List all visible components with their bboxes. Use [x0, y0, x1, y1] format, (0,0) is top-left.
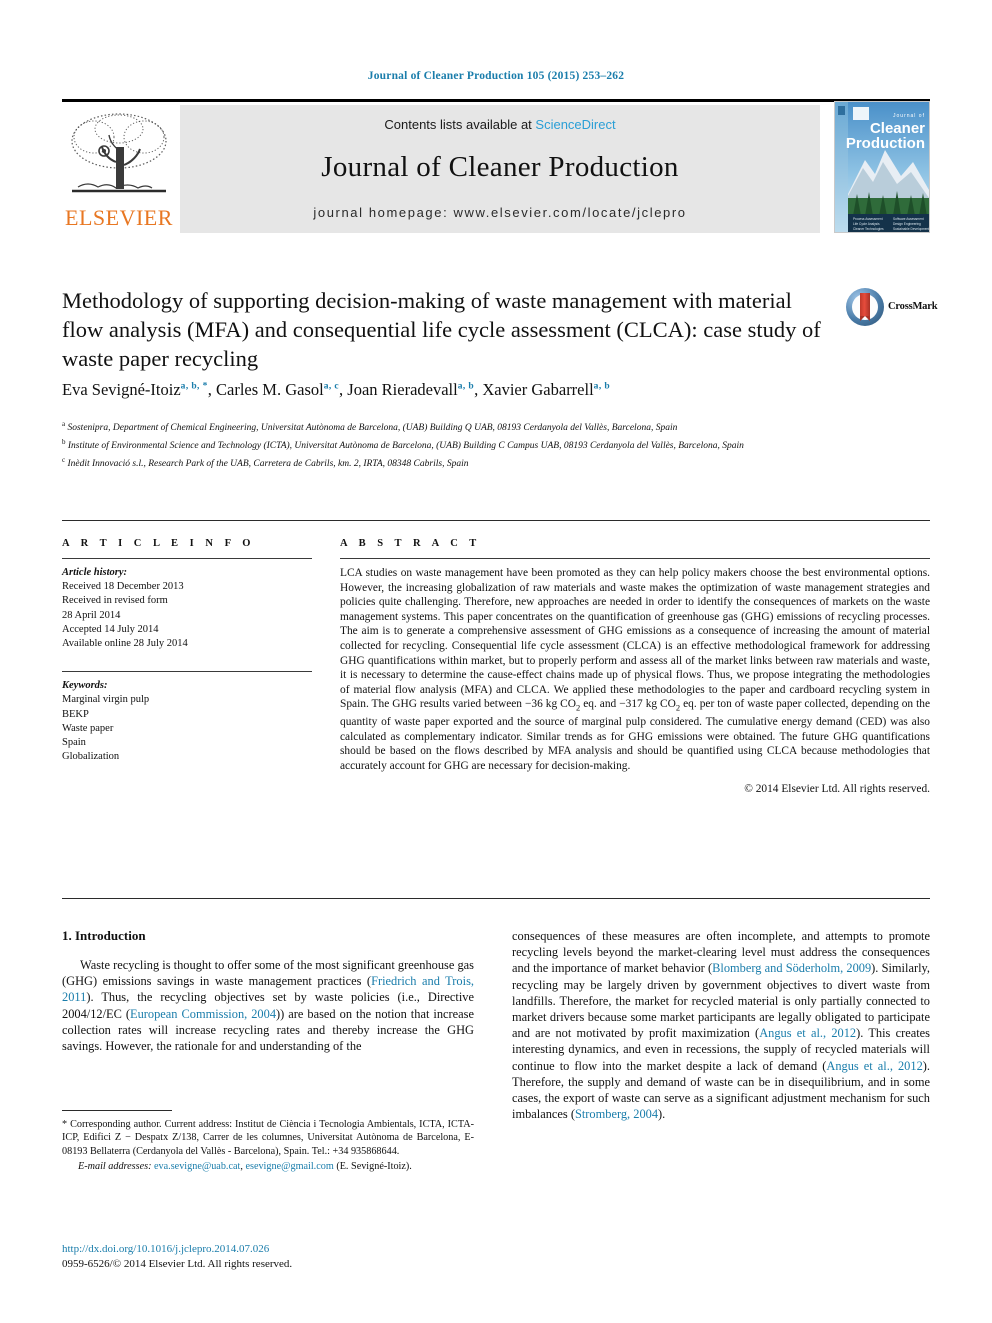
article-history-label: Article history: [62, 567, 128, 578]
affiliation-text-a: Sostenipra, Department of Chemical Engin… [67, 423, 678, 434]
paper-page: Journal of Cleaner Production 105 (2015)… [0, 0, 992, 1323]
journal-banner: ELSEVIER Contents lists available at Sci… [62, 99, 930, 233]
crossmark-icon [846, 288, 884, 326]
affiliation-mark-b: b [62, 437, 66, 446]
email-link-1[interactable]: eva.sevigne@uab.cat [154, 1161, 240, 1172]
abstract-part1: LCA studies on waste management have bee… [340, 567, 930, 711]
intro-right-e: ). [658, 1107, 666, 1122]
corresponding-text: Corresponding author. Current address: I… [62, 1119, 474, 1157]
abstract-copyright: © 2014 Elsevier Ltd. All rights reserved… [744, 782, 930, 795]
issn-copyright-line: 0959-6526/© 2014 Elsevier Ltd. All right… [62, 1258, 293, 1270]
author-marks-4: a, b [593, 381, 611, 392]
intro-paragraph-right: consequences of these measures are often… [512, 928, 930, 1122]
keyword-0: Marginal virgin pulp [62, 694, 150, 706]
history-item-2: 28 April 2014 [62, 609, 121, 621]
history-item-1: Received in revised form [62, 595, 168, 607]
author-name-2: Carles M. Gasol [216, 380, 324, 399]
article-info-column: A R T I C L E I N F O Article history: R… [62, 538, 312, 764]
sciencedirect-link[interactable]: ScienceDirect [535, 117, 615, 132]
email-label: E-mail addresses: [78, 1161, 152, 1173]
abstract-value-1-tail: eq. and [580, 698, 620, 711]
elsevier-tree-icon [64, 107, 174, 203]
corresponding-author-note: * Corresponding author. Current address:… [62, 1118, 474, 1158]
article-history-group: Article history: Received 18 December 20… [62, 566, 312, 651]
citation-european-commission[interactable]: European Commission, 2004 [130, 1007, 276, 1021]
section-heading-introduction: 1. Introduction [62, 928, 146, 943]
author-list: Eva Sevigné-Itoiza, b, *, Carles M. Gaso… [62, 380, 611, 399]
keyword-3: Spain [62, 737, 86, 749]
author-marks-2: a, c [323, 381, 340, 392]
elsevier-logo: ELSEVIER [62, 105, 176, 233]
keyword-1: BEKP [62, 708, 89, 720]
crossmark-badge[interactable]: CrossMark [846, 288, 942, 330]
abstract-column: A B S T R A C T LCA studies on waste man… [340, 538, 930, 795]
body-column-left: 1. Introduction Waste recycling is thoug… [62, 928, 474, 1054]
svg-text:Software Assessment: Software Assessment [893, 217, 924, 221]
author-name-1: Eva Sevigné-Itoiz [62, 380, 181, 399]
affiliation-c: c Inèdit Innovació s.l., Research Park o… [62, 454, 930, 472]
affiliation-list: a Sostenipra, Department of Chemical Eng… [62, 418, 930, 471]
journal-homepage-link[interactable]: journal homepage: www.elsevier.com/locat… [180, 205, 820, 220]
journal-title: Journal of Cleaner Production [321, 151, 679, 183]
history-item-0: Received 18 December 2013 [62, 581, 184, 593]
svg-text:Design Engineering: Design Engineering [893, 222, 921, 226]
abstract-heading: A B S T R A C T [340, 538, 481, 549]
author-name-3: Joan Rieradevall [347, 380, 458, 399]
crossmark-label: CrossMark [888, 301, 938, 312]
email-link-2[interactable]: esevigne@gmail.com [245, 1161, 333, 1172]
intro-paragraph-left: Waste recycling is thought to offer some… [62, 957, 474, 1054]
citation-blomberg-soderholm[interactable]: Blomberg and Söderholm, 2009 [712, 961, 871, 975]
footnote-rule [62, 1110, 172, 1111]
page-title: Methodology of supporting decision-makin… [62, 288, 821, 371]
author-marks-1: a, b, * [180, 381, 208, 392]
keyword-4: Globalization [62, 751, 120, 763]
history-item-3: Accepted 14 July 2014 [62, 623, 159, 635]
running-head: Journal of Cleaner Production 105 (2015)… [367, 70, 625, 82]
citation-stromberg-2004[interactable]: Stromberg, 2004 [575, 1107, 658, 1121]
doi-link[interactable]: http://dx.doi.org/10.1016/j.jclepro.2014… [62, 1242, 474, 1257]
keywords-rule [62, 671, 312, 673]
journal-cover-thumbnail: Journal of Cleaner Production Process As… [834, 101, 930, 233]
svg-text:Sustainable Development: Sustainable Development [893, 227, 929, 231]
affiliation-mark-c: c [62, 455, 66, 464]
citation-angus-2012-a[interactable]: Angus et al., 2012 [759, 1026, 856, 1040]
svg-text:Journal of: Journal of [893, 113, 925, 119]
keywords-group: Keywords: Marginal virgin pulp BEKP Wast… [62, 679, 312, 764]
citation-angus-2012-b[interactable]: Angus et al., 2012 [826, 1059, 922, 1073]
affiliation-b: b Institute of Environmental Science and… [62, 436, 930, 454]
footnote-block: * Corresponding author. Current address:… [62, 1110, 474, 1174]
email-note: E-mail addresses: eva.sevigne@uab.cat, e… [62, 1160, 474, 1173]
abstract-value-2: −317 kg CO [619, 698, 676, 711]
contents-prefix: Contents lists available at [384, 117, 536, 132]
section-bottom-rule [62, 898, 930, 899]
affiliation-a: a Sostenipra, Department of Chemical Eng… [62, 418, 930, 436]
keywords-label: Keywords: [62, 680, 108, 692]
affiliation-text-c: Inèdit Innovació s.l., Research Park of … [67, 458, 469, 469]
section-top-rule [62, 520, 930, 521]
author-marks-3: a, b [457, 381, 475, 392]
body-column-right: consequences of these measures are often… [512, 928, 930, 1122]
affiliation-text-b: Institute of Environmental Science and T… [67, 440, 744, 451]
svg-text:Life Cycle Analysis: Life Cycle Analysis [853, 222, 880, 226]
article-info-heading: A R T I C L E I N F O [62, 538, 255, 549]
contents-available-line: Contents lists available at ScienceDirec… [180, 117, 820, 132]
elsevier-wordmark: ELSEVIER [65, 205, 173, 230]
svg-text:Process Assessment: Process Assessment [853, 217, 883, 221]
svg-text:Cleaner Technologies: Cleaner Technologies [853, 227, 884, 231]
keyword-2: Waste paper [62, 722, 114, 734]
affiliation-mark-a: a [62, 420, 66, 428]
abstract-value-1: −36 kg CO [524, 698, 576, 711]
svg-text:Production: Production [846, 135, 925, 152]
abstract-rule [340, 558, 930, 559]
doi-block: http://dx.doi.org/10.1016/j.jclepro.2014… [62, 1242, 474, 1272]
history-item-4: Available online 28 July 2014 [62, 638, 188, 650]
banner-top-rule [62, 99, 930, 102]
title-block: Methodology of supporting decision-makin… [62, 286, 822, 373]
email-tail: (E. Sevigné-Itoiz). [333, 1161, 412, 1173]
author-name-4: Xavier Gabarrell [482, 380, 594, 399]
banner-grey-strip: Contents lists available at ScienceDirec… [180, 105, 820, 233]
abstract-text: LCA studies on waste management have bee… [340, 566, 930, 774]
article-info-rule [62, 558, 312, 559]
